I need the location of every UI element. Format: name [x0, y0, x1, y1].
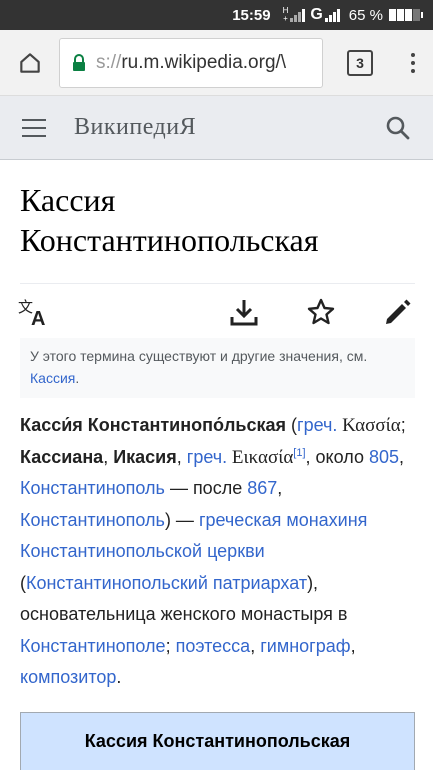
link-hymnographer[interactable]: гимнограф — [260, 636, 350, 656]
alt-name-kassiana: Кассиана — [20, 446, 104, 467]
hamburger-icon — [22, 118, 46, 121]
article-name: Касси́я Константинопо́льская — [20, 415, 287, 435]
link-867[interactable]: 867 — [247, 478, 277, 498]
network-type: G — [310, 6, 323, 23]
page-title: Кассия Константинопольская — [20, 182, 319, 258]
svg-text:A: A — [31, 308, 45, 327]
download-button[interactable] — [228, 296, 260, 328]
greek-name-2: Εικασία — [227, 446, 294, 468]
signal-strength-icon — [290, 8, 306, 22]
browser-toolbar: s://ru.m.wikipedia.org/\ 3 — [0, 30, 433, 96]
hatnote-link-kassiya[interactable]: Кассия — [30, 370, 75, 386]
infobox-title: Кассия Константинопольская — [20, 712, 415, 770]
link-poetess[interactable]: поэтесса — [176, 636, 251, 656]
translate-icon: 文 A — [18, 298, 45, 327]
battery-icon — [389, 9, 423, 21]
edit-button[interactable] — [382, 296, 414, 328]
more-vert-icon — [411, 52, 415, 57]
home-icon — [20, 52, 40, 73]
greek-name-1: Κασσία — [337, 415, 401, 436]
main-menu-button[interactable] — [22, 116, 46, 140]
search-icon — [386, 116, 410, 139]
network-hplus-icon: H + — [282, 6, 289, 23]
search-button[interactable] — [385, 115, 411, 141]
link-constantinople-3[interactable]: Константинополе — [20, 636, 166, 656]
hatnote: У этого термина существуют и другие знач… — [20, 338, 415, 398]
language-button[interactable]: 文 A — [18, 296, 50, 328]
status-bar: 15:59 H + G 65 % — [0, 0, 433, 30]
battery-percent: 65 % — [348, 6, 383, 24]
link-greek-2[interactable]: греч. — [187, 447, 227, 467]
download-icon — [230, 300, 258, 326]
alt-name-ikasiya: Икасия — [113, 446, 177, 467]
address-bar[interactable]: s://ru.m.wikipedia.org/\ — [59, 37, 323, 88]
link-constantinople-2[interactable]: Константинополь — [20, 510, 165, 530]
reference-1[interactable]: [1] — [293, 447, 305, 459]
wikipedia-wordmark[interactable]: ВикипедиЯ — [74, 114, 196, 141]
watch-star-button[interactable] — [305, 296, 337, 328]
star-icon — [307, 298, 335, 325]
title-divider — [20, 283, 415, 284]
url-text: s://ru.m.wikipedia.org/\ — [96, 52, 286, 74]
link-greek-1[interactable]: греч. — [297, 415, 337, 435]
pencil-icon — [386, 299, 411, 324]
browser-menu-button[interactable] — [403, 51, 423, 75]
link-805[interactable]: 805 — [369, 447, 399, 467]
status-time: 15:59 — [232, 6, 271, 24]
url-host: ru.m.wikipedia.org/\ — [121, 51, 287, 73]
page-actions: 文 A — [0, 292, 433, 332]
link-patriarchate[interactable]: Константинопольский патриархат — [26, 573, 307, 593]
lead-paragraph: Касси́я Константинопо́льская (греч. Κασσ… — [20, 415, 406, 687]
url-scheme: s:// — [96, 51, 122, 73]
signal-strength-icon-2 — [324, 8, 341, 22]
home-button[interactable] — [6, 39, 54, 87]
tab-switcher-button[interactable]: 3 — [347, 49, 373, 76]
link-constantinople-1[interactable]: Константинополь — [20, 478, 165, 498]
hatnote-text: У этого термина существуют и другие знач… — [30, 348, 368, 364]
lock-icon — [72, 53, 86, 72]
wiki-header: ВикипедиЯ — [0, 96, 433, 160]
link-composer[interactable]: композитор — [20, 667, 116, 687]
